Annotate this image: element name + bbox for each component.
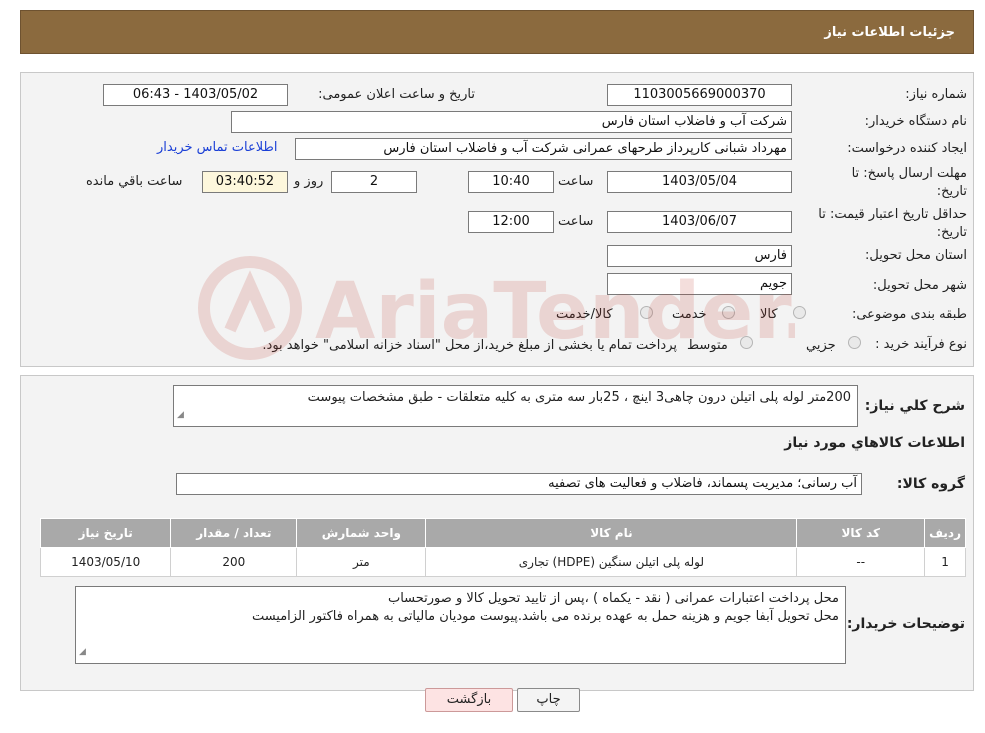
process-option-medium: متوسط — [687, 338, 728, 353]
col-goods-name: نام کالا — [425, 518, 798, 548]
category-option-service: خدمت — [672, 307, 707, 322]
category-radio-goods-service[interactable] — [640, 306, 653, 319]
province-label: استان محل تحویل: — [865, 248, 967, 263]
deadline-time-label: ساعت — [558, 174, 594, 189]
cell-goods-name: لوله پلی اتیلن سنگین (HDPE) تجاری — [425, 547, 798, 577]
validity-label-date: تاریخ: — [936, 225, 967, 240]
city-field: جویم — [607, 273, 792, 295]
cell-need-date: 1403/05/10 — [39, 547, 172, 577]
announce-field: 1403/05/02 - 06:43 — [103, 84, 288, 106]
buyer-notes-line-2: محل تحویل آبفا جویم و هزینه حمل به عهده … — [251, 609, 839, 624]
page-header: جزئیات اطلاعات نیاز — [20, 10, 974, 54]
category-radio-goods[interactable] — [793, 306, 806, 319]
province-field: فارس — [607, 245, 792, 267]
process-label: نوع فرآیند خرید : — [875, 337, 967, 352]
resize-grip-icon[interactable]: ◢ — [177, 406, 184, 424]
process-option-minor: جزیي — [806, 338, 836, 353]
print-button[interactable]: چاپ — [517, 688, 580, 712]
validity-time-label: ساعت — [558, 214, 594, 229]
table-row: 1 -- لوله پلی اتیلن سنگین (HDPE) تجاری م… — [39, 547, 966, 577]
creator-field: مهرداد شبانی کارپرداز طرحهای عمرانی شرکت… — [295, 138, 792, 160]
category-label: طبقه بندی موضوعی: — [851, 307, 967, 322]
page-title: جزئیات اطلاعات نیاز — [824, 25, 955, 40]
process-note: پرداخت تمام یا بخشی از مبلغ خرید،از محل … — [262, 338, 677, 353]
process-radio-medium[interactable] — [740, 336, 753, 349]
category-radio-service[interactable] — [722, 306, 735, 319]
remaining-label: ساعت باقي مانده — [86, 174, 183, 189]
days-label: روز و — [294, 174, 324, 189]
col-goods-code: کد کالا — [796, 518, 926, 548]
buyer-org-field: شرکت آب و فاضلاب استان فارس — [231, 111, 792, 133]
category-option-goods-service: کالا/خدمت — [556, 307, 613, 322]
cell-row-number: 1 — [924, 547, 966, 577]
goods-table: ردیف کد کالا نام کالا واحد شمارش تعداد /… — [39, 518, 966, 577]
need-number-field: 1103005669000370 — [607, 84, 792, 106]
description-text: 200متر لوله پلی اتیلن درون چاهی3 اینچ ، … — [307, 390, 851, 405]
deadline-label-date: تاریخ: — [936, 184, 967, 199]
category-option-goods: کالا — [760, 307, 778, 322]
process-radio-minor[interactable] — [848, 336, 861, 349]
deadline-time-field: 10:40 — [468, 171, 554, 193]
validity-time-field: 12:00 — [468, 211, 554, 233]
deadline-label: مهلت ارسال پاسخ: تا — [851, 166, 967, 181]
cell-goods-code: -- — [796, 547, 926, 577]
description-label: شرح كلي نياز: — [864, 398, 965, 414]
buyer-contact-link[interactable]: اطلاعات تماس خریدار — [157, 140, 277, 155]
buyer-notes-label: توضیحات خریدار: — [846, 616, 965, 632]
remaining-time-field: 03:40:52 — [202, 171, 288, 193]
col-unit: واحد شمارش — [296, 518, 427, 548]
creator-label: ایجاد کننده درخواست: — [847, 141, 967, 156]
resize-grip-icon[interactable]: ◢ — [79, 643, 86, 661]
days-field: 2 — [331, 171, 417, 193]
col-need-date: تاریخ نیاز — [39, 518, 172, 548]
col-quantity: تعداد / مقدار — [170, 518, 298, 548]
buyer-notes-line-1: محل پرداخت اعتبارات عمرانی ( نقد - یکماه… — [387, 591, 839, 606]
cell-unit: متر — [296, 547, 427, 577]
goods-group-field: آب رسانی؛ مدیریت پسماند، فاضلاب و فعالیت… — [176, 473, 862, 495]
goods-group-label: گروه كالا: — [896, 476, 965, 492]
col-row-number: ردیف — [924, 518, 966, 548]
announce-label: تاریخ و ساعت اعلان عمومی: — [318, 87, 475, 102]
validity-date-field: 1403/06/07 — [607, 211, 792, 233]
city-label: شهر محل تحویل: — [872, 278, 967, 293]
deadline-date-field: 1403/05/04 — [607, 171, 792, 193]
back-button[interactable]: بازگشت — [425, 688, 513, 712]
buyer-org-label: نام دستگاه خریدار: — [864, 114, 967, 129]
buyer-notes-field[interactable]: محل پرداخت اعتبارات عمرانی ( نقد - یکماه… — [75, 586, 846, 664]
description-field[interactable]: 200متر لوله پلی اتیلن درون چاهی3 اینچ ، … — [173, 385, 858, 427]
table-header-row: ردیف کد کالا نام کالا واحد شمارش تعداد /… — [39, 518, 966, 548]
goods-section-title: اطلاعات كالاهاي مورد نياز — [784, 435, 965, 451]
need-number-label: شماره نیاز: — [905, 87, 967, 102]
validity-label: حداقل تاریخ اعتبار قیمت: تا — [818, 207, 967, 222]
cell-quantity: 200 — [170, 547, 298, 577]
